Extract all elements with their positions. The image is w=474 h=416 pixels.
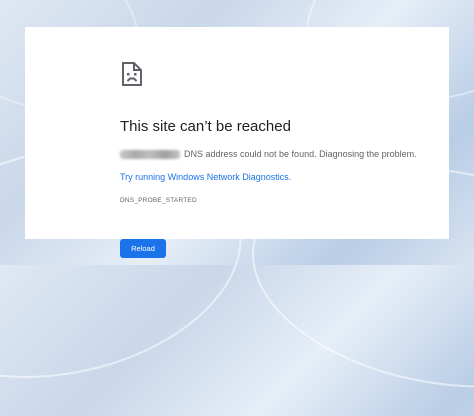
error-message: DNS address could not be found. Diagnosi… <box>120 148 417 160</box>
sad-page-icon <box>121 62 143 86</box>
error-message-text: DNS address could not be found. Diagnosi… <box>184 149 417 159</box>
reload-button[interactable]: Reload <box>120 239 166 258</box>
network-diagnostics-link[interactable]: Try running Windows Network Diagnostics. <box>120 172 291 182</box>
page-title: This site can’t be reached <box>120 118 291 135</box>
redacted-hostname <box>120 149 180 159</box>
error-code: DNS_PROBE_STARTED <box>120 197 197 204</box>
error-page-panel: This site can’t be reached DNS address c… <box>25 27 449 258</box>
